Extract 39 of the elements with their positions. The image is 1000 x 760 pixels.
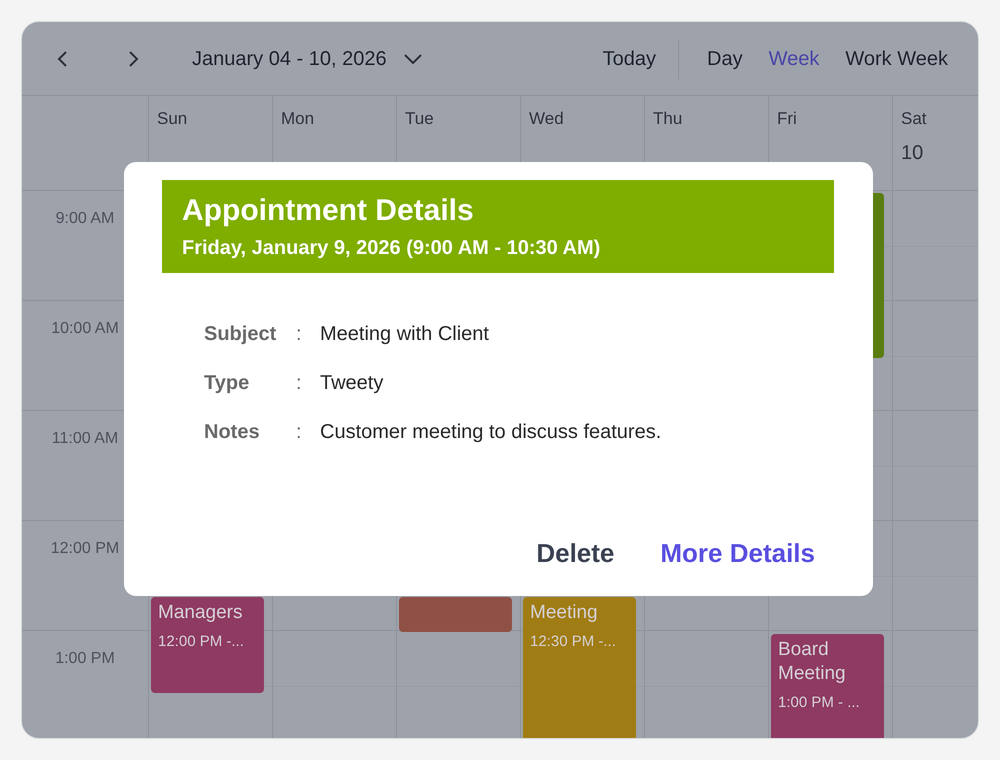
dialog-title: Appointment Details <box>182 194 475 228</box>
day-name: Sat <box>901 110 928 127</box>
field-separator: : <box>296 370 303 396</box>
date-range[interactable]: January 04 - 10, 2026 <box>192 44 387 74</box>
event-block[interactable]: Board Meeting 1:00 PM - ... <box>771 634 884 738</box>
time-label: 1:00 PM <box>54 649 116 669</box>
field-value: Meeting with Client <box>320 322 489 346</box>
event-time: 12:30 PM -... <box>530 632 617 652</box>
field-value: Tweety <box>320 370 384 396</box>
time-label: 11:00 AM <box>50 429 120 449</box>
view-tab[interactable]: Day <box>697 40 753 78</box>
delete-button[interactable]: Delete <box>536 534 614 573</box>
dialog-subtitle: Friday, January 9, 2026 (9:00 AM - 10:30 AM) <box>182 236 602 260</box>
time-label: 12:00 PM <box>50 539 120 559</box>
field-value: Customer meeting to discuss features. <box>320 420 662 444</box>
field-separator: : <box>296 322 303 346</box>
event-time: 12:00 PM -... <box>158 632 245 652</box>
event-title: Board Meeting <box>778 638 847 686</box>
day-name: Sun <box>157 110 188 127</box>
day-name: Wed <box>529 110 565 127</box>
event-title: Managers <box>158 601 244 625</box>
day-name: Tue <box>405 110 435 127</box>
time-label: 10:00 AM <box>50 319 120 339</box>
field-label: Notes <box>204 420 261 444</box>
event-title: Meeting <box>530 601 599 625</box>
day-name: Thu <box>653 110 684 127</box>
today-button[interactable]: Today <box>592 40 666 78</box>
day-number: 10 <box>901 143 924 163</box>
event-block[interactable]: Managers 12:00 PM -... <box>151 597 264 693</box>
view-tab[interactable]: Work Week <box>835 40 958 78</box>
field-separator: : <box>296 420 303 444</box>
day-name: Fri <box>777 110 798 127</box>
day-name: Mon <box>281 110 316 127</box>
more-details-button[interactable]: More Details <box>660 534 815 573</box>
chevron-down-icon[interactable] <box>402 52 423 64</box>
field-label: Type <box>204 370 250 396</box>
time-label: 9:00 AM <box>54 209 116 229</box>
field-label: Subject <box>204 322 278 346</box>
event-time: 1:00 PM - ... <box>778 692 861 712</box>
